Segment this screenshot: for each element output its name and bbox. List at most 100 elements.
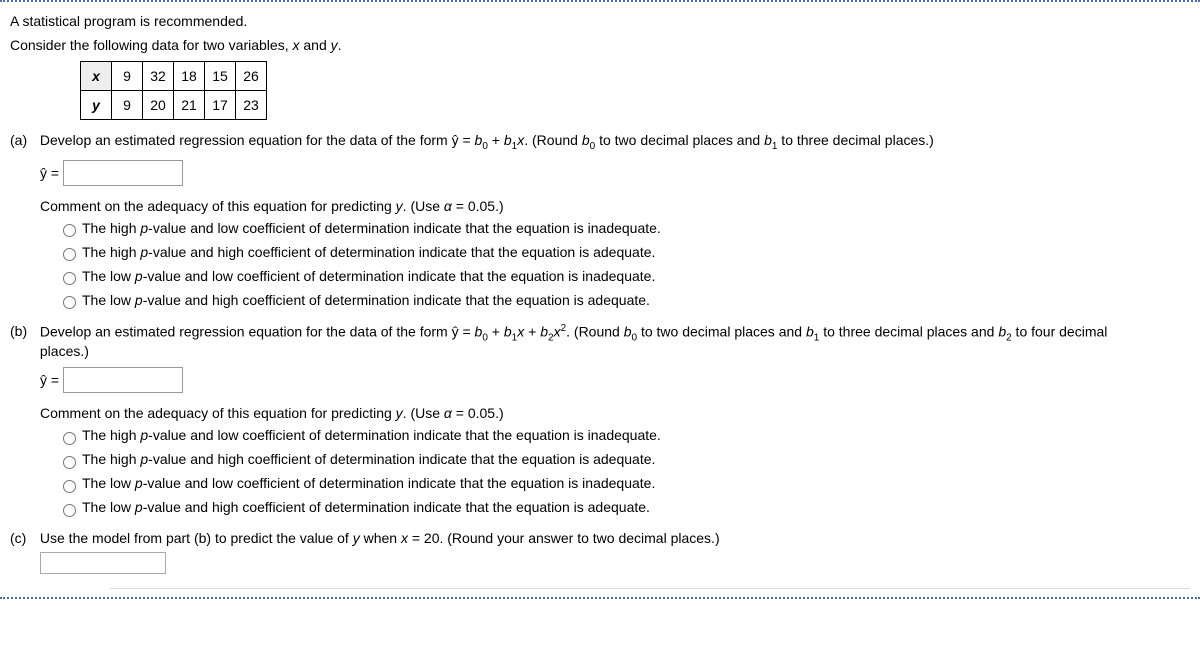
cell: 15 bbox=[205, 62, 236, 91]
p-var: p bbox=[135, 499, 143, 515]
part-c-text: when bbox=[360, 530, 401, 546]
opt-text: -value and low coefficient of determinat… bbox=[148, 220, 661, 236]
part-a-label: (a) bbox=[10, 132, 36, 148]
opt-text: The low bbox=[82, 499, 135, 515]
radio-input[interactable] bbox=[63, 456, 76, 469]
yhat-row-b: ŷ = bbox=[40, 367, 1190, 393]
table-row: x 9 32 18 15 26 bbox=[81, 62, 267, 91]
radio-option-4[interactable]: The low p-value and high coefficient of … bbox=[58, 497, 1190, 518]
part-b: (b) Develop an estimated regression equa… bbox=[10, 323, 1190, 359]
ci-alpha: α bbox=[444, 198, 452, 214]
round-text: to three decimal places and bbox=[819, 323, 998, 339]
p-var: p bbox=[140, 427, 148, 443]
opt-text: The low bbox=[82, 475, 135, 491]
radio-option-1[interactable]: The high p-value and low coefficient of … bbox=[58, 425, 1190, 446]
ci-text: . (Use bbox=[403, 405, 444, 421]
radio-input[interactable] bbox=[63, 224, 76, 237]
opt-text: -value and low coefficient of determinat… bbox=[143, 475, 656, 491]
comment-intro-b: Comment on the adequacy of this equation… bbox=[40, 405, 1190, 421]
x-var: x bbox=[401, 530, 408, 546]
part-b-label: (b) bbox=[10, 323, 36, 339]
round-text: . (Round bbox=[566, 323, 624, 339]
table-row: y 9 20 21 17 23 bbox=[81, 91, 267, 120]
rb1: b bbox=[764, 132, 772, 148]
cell: 17 bbox=[205, 91, 236, 120]
radio-group-a: The high p-value and low coefficient of … bbox=[58, 218, 1190, 311]
b1: b bbox=[504, 132, 512, 148]
p-var: p bbox=[140, 220, 148, 236]
radio-input[interactable] bbox=[63, 480, 76, 493]
opt-text: The high bbox=[82, 427, 140, 443]
radio-input[interactable] bbox=[63, 504, 76, 517]
radio-group-b: The high p-value and low coefficient of … bbox=[58, 425, 1190, 518]
radio-input[interactable] bbox=[63, 248, 76, 261]
rb0: b bbox=[624, 323, 632, 339]
b2: b bbox=[540, 323, 548, 339]
part-b-input[interactable] bbox=[63, 367, 183, 393]
cell: 23 bbox=[236, 91, 267, 120]
radio-option-4[interactable]: The low p-value and high coefficient of … bbox=[58, 290, 1190, 311]
yhat-row-a: ŷ = bbox=[40, 160, 1190, 186]
p-var: p bbox=[135, 475, 143, 491]
opt-text: The high bbox=[82, 244, 140, 260]
opt-text: -value and high coefficient of determina… bbox=[143, 499, 650, 515]
radio-option-2[interactable]: The high p-value and high coefficient of… bbox=[58, 242, 1190, 263]
opt-text: The low bbox=[82, 292, 135, 308]
p-var: p bbox=[135, 292, 143, 308]
cell: 18 bbox=[174, 62, 205, 91]
p-var: p bbox=[140, 244, 148, 260]
part-c-input[interactable] bbox=[40, 552, 166, 574]
intro-recommend: A statistical program is recommended. bbox=[10, 13, 1190, 29]
cell: 20 bbox=[143, 91, 174, 120]
b1: b bbox=[504, 323, 512, 339]
rb1: b bbox=[806, 323, 814, 339]
intro-text: Consider the following data for two vari… bbox=[10, 37, 292, 53]
radio-input[interactable] bbox=[63, 296, 76, 309]
radio-input[interactable] bbox=[63, 272, 76, 285]
ci-text: Comment on the adequacy of this equation… bbox=[40, 198, 396, 214]
ci-text: = 0.05.) bbox=[452, 198, 504, 214]
rb0: b bbox=[582, 132, 590, 148]
plus: + bbox=[488, 132, 504, 148]
rb2: b bbox=[998, 323, 1006, 339]
ci-alpha: α bbox=[444, 405, 452, 421]
opt-text: -value and low coefficient of determinat… bbox=[148, 427, 661, 443]
opt-text: -value and high coefficient of determina… bbox=[143, 292, 650, 308]
cell: 21 bbox=[174, 91, 205, 120]
part-a-input[interactable] bbox=[63, 160, 183, 186]
ci-text: Comment on the adequacy of this equation… bbox=[40, 405, 396, 421]
var-y: y bbox=[331, 37, 338, 53]
round-text: . (Round bbox=[524, 132, 582, 148]
part-c-text: = 20. (Round your answer to two decimal … bbox=[408, 530, 720, 546]
opt-text: -value and high coefficient of determina… bbox=[148, 244, 655, 260]
cell: 26 bbox=[236, 62, 267, 91]
opt-text: The low bbox=[82, 268, 135, 284]
y-var: y bbox=[353, 530, 360, 546]
opt-text: -value and low coefficient of determinat… bbox=[143, 268, 656, 284]
yhat-label: ŷ = bbox=[40, 372, 59, 388]
opt-text: -value and high coefficient of determina… bbox=[148, 451, 655, 467]
part-b-text: Develop an estimated regression equation… bbox=[40, 323, 475, 339]
radio-option-3[interactable]: The low p-value and low coefficient of d… bbox=[58, 266, 1190, 287]
and-text: and bbox=[299, 37, 330, 53]
radio-input[interactable] bbox=[63, 432, 76, 445]
part-c-label: (c) bbox=[10, 530, 36, 546]
part-a: (a) Develop an estimated regression equa… bbox=[10, 132, 1190, 152]
radio-option-1[interactable]: The high p-value and low coefficient of … bbox=[58, 218, 1190, 239]
round-text: to two decimal places and bbox=[595, 132, 764, 148]
p-var: p bbox=[140, 451, 148, 467]
yhat-label: ŷ = bbox=[40, 165, 59, 181]
plus: + bbox=[488, 323, 504, 339]
data-table: x 9 32 18 15 26 y 9 20 21 17 23 bbox=[80, 61, 267, 120]
ci-y: y bbox=[396, 198, 403, 214]
y-header: y bbox=[81, 91, 112, 120]
radio-option-3[interactable]: The low p-value and low coefficient of d… bbox=[58, 473, 1190, 494]
cell: 32 bbox=[143, 62, 174, 91]
comment-intro-a: Comment on the adequacy of this equation… bbox=[40, 198, 1190, 214]
cell: 9 bbox=[112, 62, 143, 91]
ci-text: . (Use bbox=[403, 198, 444, 214]
plus: + bbox=[524, 323, 540, 339]
x-header: x bbox=[81, 62, 112, 91]
radio-option-2[interactable]: The high p-value and high coefficient of… bbox=[58, 449, 1190, 470]
bottom-divider bbox=[110, 588, 1190, 589]
